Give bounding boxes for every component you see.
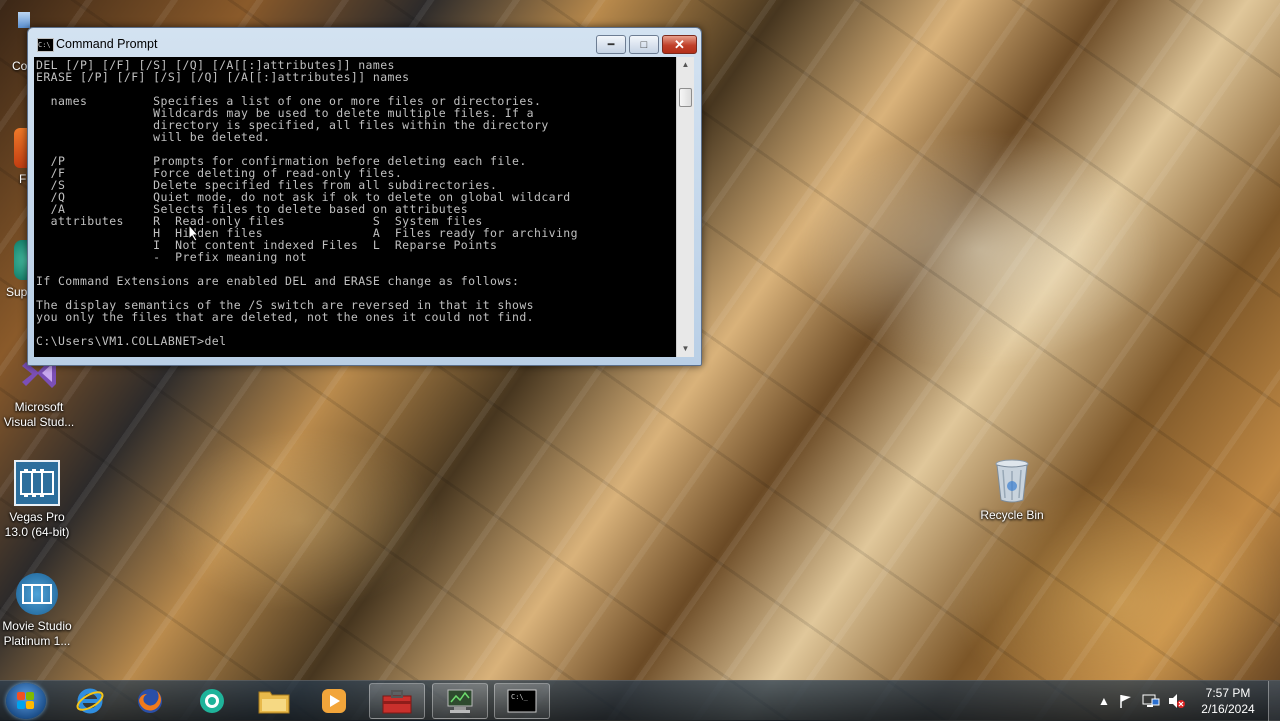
desktop-icon-label-fragment: F xyxy=(19,172,27,186)
taskbar-network-app[interactable] xyxy=(432,683,488,719)
movie-studio-icon xyxy=(16,573,58,615)
desktop-icon-recycle-bin[interactable]: Recycle Bin xyxy=(972,458,1052,523)
show-desktop-button[interactable] xyxy=(1268,681,1280,721)
taskbar: C:\_ ▲ 7:57 PM 2/16/2024 xyxy=(0,680,1280,721)
scrollbar-thumb[interactable] xyxy=(679,88,692,107)
taskbar-file-explorer[interactable] xyxy=(246,683,302,719)
desktop-icon-label: Vegas Pro 13.0 (64-bit) xyxy=(4,510,70,539)
command-prompt-window[interactable]: C:\ Command Prompt ━ □ ✕ DEL [/P] [/F] [… xyxy=(27,27,702,366)
taskbar-skype[interactable] xyxy=(184,683,240,719)
network-icon[interactable] xyxy=(1142,693,1160,709)
system-tray: ▲ xyxy=(1098,681,1186,721)
internet-explorer-icon xyxy=(76,688,104,714)
console-output[interactable]: DEL [/P] [/F] [/S] [/Q] [/A[[:]attribute… xyxy=(34,57,676,357)
desktop-icon-label: Microsoft Visual Stud... xyxy=(3,400,75,429)
vegas-pro-icon xyxy=(14,460,60,506)
desktop-icon-label-fragment: Co xyxy=(12,59,28,73)
maximize-button[interactable]: □ xyxy=(629,35,659,54)
action-center-flag-icon[interactable] xyxy=(1118,693,1134,709)
toolbox-app-icon xyxy=(382,690,412,714)
media-player-icon xyxy=(322,689,346,713)
desktop-icon-label-fragment: Sup xyxy=(6,285,28,299)
desktop-icon-label: Recycle Bin xyxy=(980,508,1044,522)
file-explorer-icon xyxy=(258,691,290,714)
network-app-icon xyxy=(447,689,473,713)
taskbar-command-prompt[interactable]: C:\_ xyxy=(494,683,550,719)
cmd-window-icon: C:\ xyxy=(37,38,54,52)
windows-logo-icon xyxy=(17,692,35,710)
window-titlebar[interactable]: C:\ Command Prompt ━ □ ✕ xyxy=(28,28,701,58)
scroll-up-arrow-icon[interactable]: ▲ xyxy=(677,57,694,73)
firefox-icon xyxy=(138,689,162,713)
taskbar-internet-explorer[interactable] xyxy=(62,683,118,719)
minimize-button[interactable]: ━ xyxy=(596,35,626,54)
partial-app-icon[interactable] xyxy=(18,12,30,28)
clock-time: 7:57 PM xyxy=(1205,686,1251,700)
maximize-icon: □ xyxy=(640,38,648,51)
taskbar-toolbox-app[interactable] xyxy=(369,683,425,719)
command-prompt-icon: C:\_ xyxy=(507,689,537,713)
close-icon: ✕ xyxy=(674,36,685,52)
mouse-cursor-icon xyxy=(188,224,200,242)
clock-date: 2/16/2024 xyxy=(1201,702,1255,716)
partial-app-icon[interactable] xyxy=(14,128,28,168)
close-button[interactable]: ✕ xyxy=(662,35,697,54)
recycle-bin-icon xyxy=(989,458,1035,504)
show-hidden-icons-icon[interactable]: ▲ xyxy=(1098,694,1110,708)
minimize-icon: ━ xyxy=(607,39,615,51)
console-scrollbar[interactable]: ▲ ▼ xyxy=(676,57,694,357)
console-text: DEL [/P] [/F] [/S] [/Q] [/A[[:]attribute… xyxy=(36,58,578,348)
start-button[interactable] xyxy=(6,683,46,719)
skype-icon xyxy=(200,689,224,713)
partial-app-icon[interactable] xyxy=(14,240,28,280)
taskbar-firefox[interactable] xyxy=(122,683,178,719)
volume-muted-icon[interactable] xyxy=(1168,693,1186,709)
desktop-icon-vegas-pro[interactable]: Vegas Pro 13.0 (64-bit) xyxy=(0,460,76,540)
window-title: Command Prompt xyxy=(56,37,158,51)
desktop-icon-movie-studio[interactable]: Movie Studio Platinum 1... xyxy=(0,573,76,649)
taskbar-media-player[interactable] xyxy=(306,683,362,719)
svg-text:C:\_: C:\_ xyxy=(511,693,529,701)
scroll-down-arrow-icon[interactable]: ▼ xyxy=(677,341,694,357)
taskbar-clock[interactable]: 7:57 PM 2/16/2024 xyxy=(1196,685,1260,717)
desktop-icon-label: Movie Studio Platinum 1... xyxy=(2,619,72,648)
